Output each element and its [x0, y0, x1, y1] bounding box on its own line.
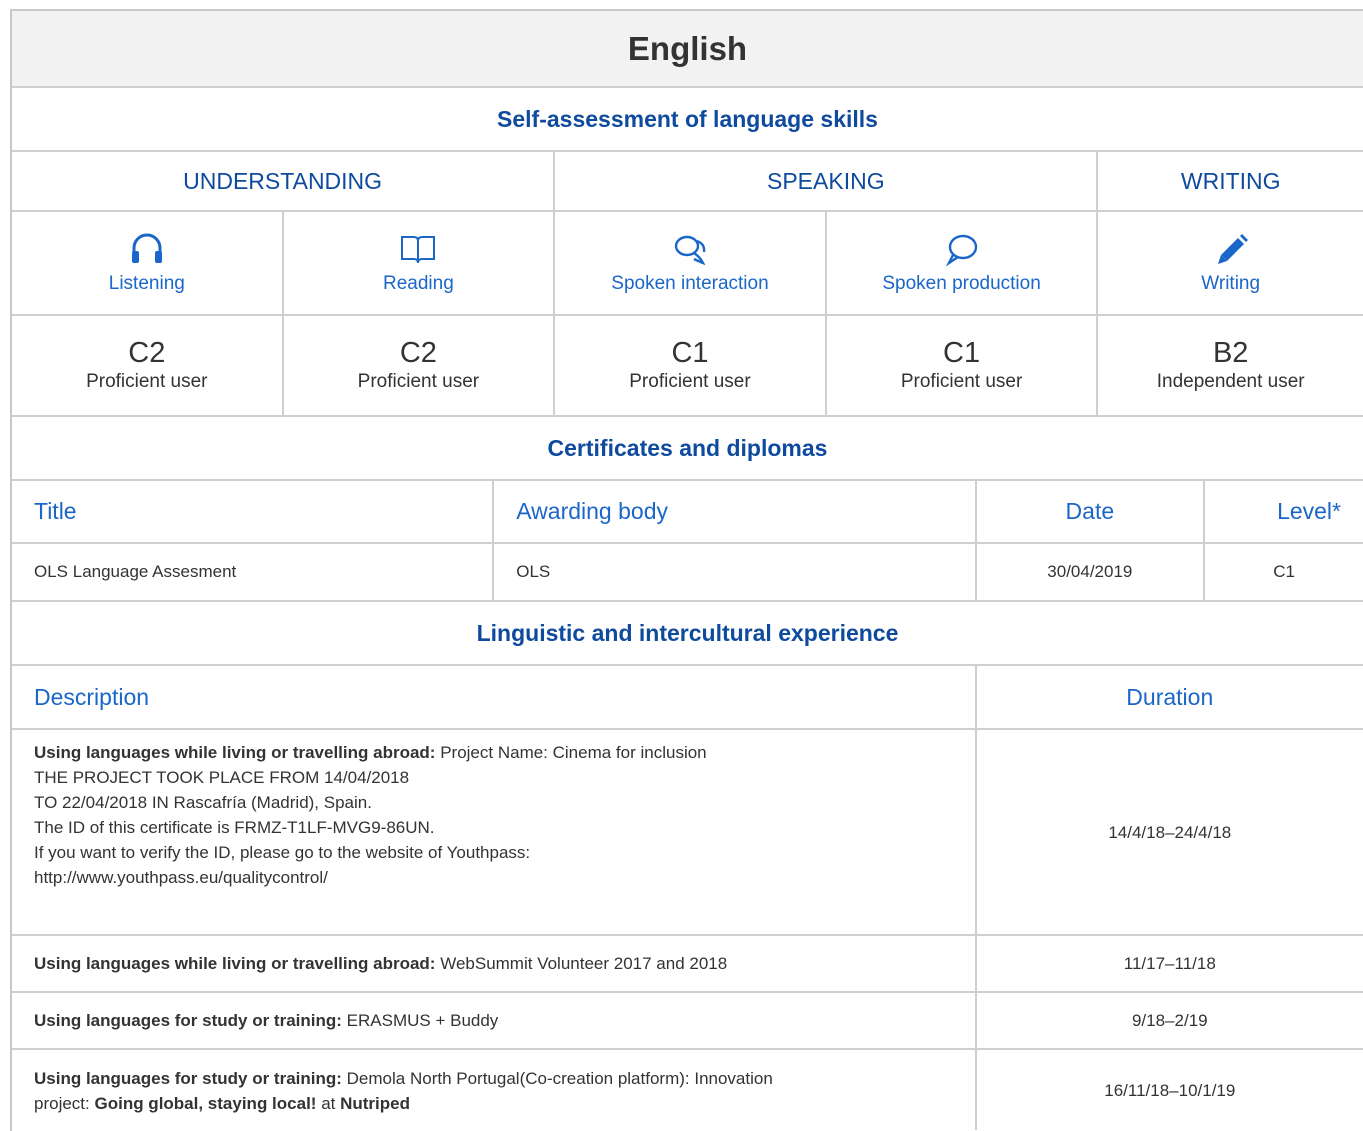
experience-type: Using languages while living or travelli… — [34, 954, 436, 973]
certificates-heading-row: Certificates and diplomas — [12, 417, 1363, 481]
column-header-title: Title — [12, 481, 495, 542]
experience-description: Using languages for study or training: E… — [12, 993, 977, 1048]
chat-bubbles-icon — [674, 235, 706, 266]
experience-description: Using languages for study or training: D… — [12, 1050, 977, 1130]
level-code: C1 — [943, 337, 981, 369]
experience-duration: 11/17–11/18 — [1123, 954, 1216, 973]
level-writing: B2 Independent user — [1098, 316, 1363, 415]
experience-text: THE PROJECT TOOK PLACE FROM 14/04/2018 — [34, 768, 410, 787]
skill-spoken-production: Spoken production — [827, 212, 1099, 314]
table-row: OLS Language Assesment OLS 30/04/2019 C1 — [12, 544, 1363, 602]
experience-text: at — [321, 1094, 336, 1113]
speech-bubble-icon — [945, 234, 977, 267]
headphones-icon — [131, 233, 162, 263]
certificates-header-row: Title Awarding body Date Level* — [12, 481, 1363, 544]
experience-type: Using languages while living or travelli… — [34, 743, 436, 762]
table-row: Using languages while living or travelli… — [12, 730, 1363, 936]
self-assessment-heading: Self-assessment of language skills — [497, 105, 878, 132]
level-description: Proficient user — [900, 371, 1023, 392]
language-skills-panel: English Self-assessment of language skil… — [10, 9, 1363, 1131]
column-header-description: Description — [12, 666, 977, 728]
level-description: Proficient user — [86, 371, 208, 392]
certificate-awarding-body: OLS — [494, 544, 977, 600]
level-spoken-interaction: C1 Proficient user — [555, 316, 827, 415]
experience-text: ERASMUS + Buddy — [346, 1011, 499, 1030]
book-icon — [401, 236, 436, 264]
experience-description: Using languages while living or travelli… — [12, 936, 977, 991]
skill-spoken-interaction: Spoken interaction — [555, 212, 827, 314]
experience-text: If you want to verify the ID, please go … — [34, 843, 531, 862]
experience-text: The ID of this certificate is FRMZ-T1LF-… — [34, 818, 435, 837]
experience-heading-row: Linguistic and intercultural experience — [12, 602, 1363, 666]
skills-row: Listening Reading Spoken interaction Spo… — [12, 212, 1363, 316]
experience-heading: Linguistic and intercultural experience — [476, 619, 899, 646]
level-code: C2 — [128, 337, 166, 369]
category-writing: WRITING — [1180, 167, 1281, 194]
column-header-awarding-body: Awarding body — [494, 481, 977, 542]
experience-duration: 14/4/18–24/4/18 — [1108, 822, 1232, 842]
experience-header-row: Description Duration — [12, 666, 1363, 730]
level-code: B2 — [1212, 337, 1249, 369]
experience-text: Project Name: Cinema for inclusion — [440, 743, 707, 762]
experience-text: WebSummit Volunteer 2017 and 2018 — [440, 954, 728, 973]
table-row: Using languages for study or training: D… — [12, 1050, 1363, 1130]
experience-highlight: Nutriped — [340, 1094, 410, 1113]
category-understanding: UNDERSTANDING — [12, 152, 556, 210]
language-title: English — [627, 29, 748, 67]
certificate-title: OLS Language Assesment — [12, 544, 495, 600]
skill-label-listening: Listening — [108, 273, 185, 294]
experience-text: Demola North Portugal(Co-creation platfo… — [346, 1069, 773, 1088]
level-spoken-production: C1 Proficient user — [827, 316, 1099, 415]
table-row: Using languages while living or travelli… — [12, 936, 1363, 993]
level-reading: C2 Proficient user — [284, 316, 556, 415]
certificate-level: C1 — [1273, 562, 1295, 581]
experience-text: project: — [34, 1094, 90, 1113]
skill-label-reading: Reading — [383, 273, 454, 294]
self-assessment-heading-row: Self-assessment of language skills — [12, 88, 1363, 152]
column-header-level: Level* — [1277, 498, 1341, 524]
skill-label-spoken-production: Spoken production — [882, 273, 1041, 294]
skill-label-spoken-interaction: Spoken interaction — [611, 273, 769, 294]
level-code: C2 — [399, 337, 437, 369]
experience-duration: 9/18–2/19 — [1131, 1011, 1208, 1030]
skill-reading: Reading — [284, 212, 556, 314]
language-title-row: English — [12, 11, 1363, 88]
certificate-date: 30/04/2019 — [977, 544, 1206, 600]
level-listening: C2 Proficient user — [12, 316, 284, 415]
level-code: C1 — [671, 337, 709, 369]
skill-label-writing: Writing — [1201, 273, 1261, 294]
experience-text: TO 22/04/2018 IN Rascafría (Madrid), Spa… — [34, 793, 372, 812]
certificates-heading: Certificates and diplomas — [547, 434, 828, 461]
experience-type: Using languages for study or training: — [34, 1011, 342, 1030]
levels-row: C2 Proficient user C2 Proficient user C1… — [12, 316, 1363, 417]
skill-categories-row: UNDERSTANDING SPEAKING WRITING — [12, 152, 1363, 212]
experience-description: Using languages while living or travelli… — [12, 730, 977, 934]
skill-writing: Writing — [1098, 212, 1363, 314]
column-header-date: Date — [977, 481, 1206, 542]
experience-highlight: Going global, staying local! — [94, 1094, 317, 1113]
category-speaking: SPEAKING — [555, 152, 1099, 210]
level-description: Proficient user — [357, 371, 480, 392]
table-row: Using languages for study or training: E… — [12, 993, 1363, 1050]
experience-type: Using languages for study or training: — [34, 1069, 342, 1088]
experience-text: http://www.youthpass.eu/qualitycontrol/ — [34, 868, 328, 887]
pencil-icon — [1217, 234, 1248, 264]
column-header-duration: Duration — [1126, 683, 1214, 710]
level-description: Proficient user — [629, 371, 751, 392]
skill-listening: Listening — [12, 212, 284, 314]
experience-duration: 16/11/18–10/1/19 — [1104, 1080, 1236, 1100]
level-description: Independent user — [1156, 371, 1305, 392]
